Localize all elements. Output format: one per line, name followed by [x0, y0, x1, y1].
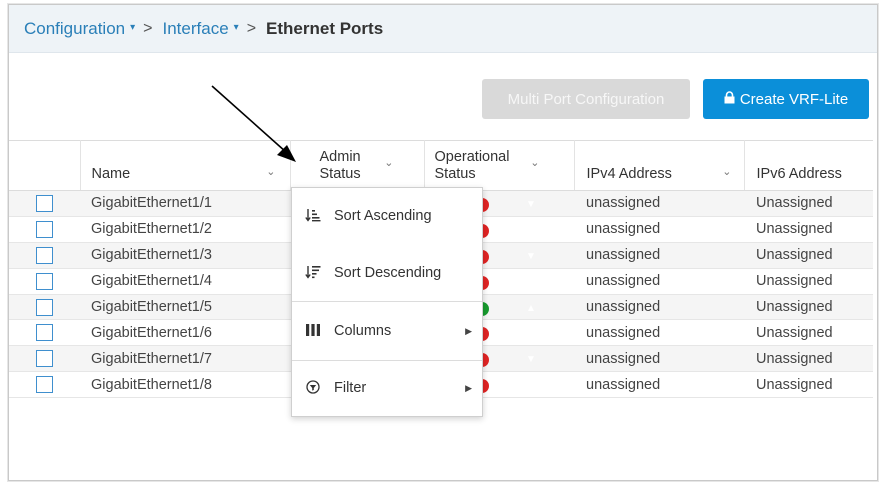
annotation-arrow: [211, 85, 296, 162]
